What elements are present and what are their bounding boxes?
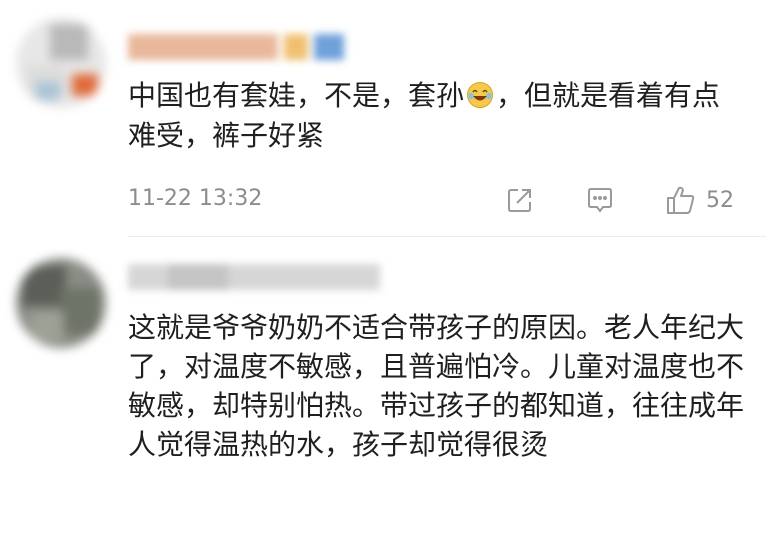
comment-item: 这就是爷爷奶奶不适合带孩子的原因。老人年纪大了，对温度不敏感，且普遍怕冷。儿童对… [0, 0, 766, 461]
username-blurred[interactable] [128, 264, 380, 290]
avatar[interactable] [16, 258, 106, 348]
comment-text: 这就是爷爷奶奶不适合带孩子的原因。老人年纪大了，对温度不敏感，且普遍怕冷。儿童对… [128, 311, 745, 461]
